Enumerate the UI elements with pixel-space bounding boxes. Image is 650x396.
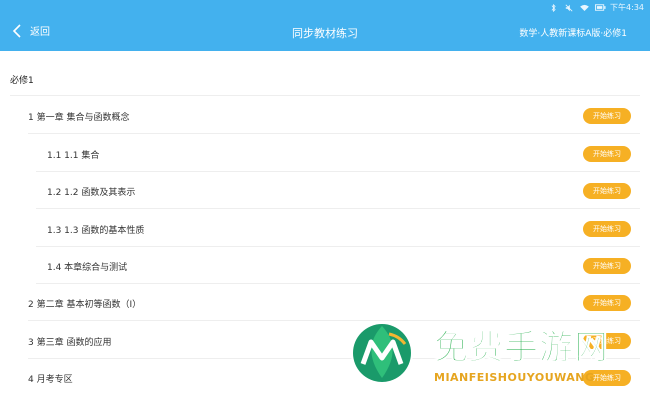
status-time: 下午4:34	[610, 3, 644, 12]
divider	[28, 133, 640, 134]
divider	[10, 95, 640, 96]
list-item-label: 1.1 1.1 集合	[47, 151, 100, 161]
list-item-label: 2 第二章 基本初等函数（I）	[28, 300, 142, 310]
list-item[interactable]: 1.2 1.2 函数及其表示 开始练习	[0, 172, 650, 209]
mute-icon	[565, 4, 574, 12]
subject-selector[interactable]: 数学·人教新课标A版·必修1	[519, 26, 627, 39]
start-practice-button[interactable]: 开始练习	[583, 108, 631, 124]
start-practice-button[interactable]: 开始练习	[583, 146, 631, 162]
wifi-icon	[580, 4, 589, 11]
battery-icon	[595, 4, 606, 11]
list-item-label: 3 第三章 函数的应用	[28, 338, 112, 348]
status-bar: 下午4:34	[550, 2, 644, 13]
section-title: 必修1	[10, 76, 34, 86]
list-item-label: 1.4 本章综合与测试	[47, 263, 128, 273]
start-practice-button[interactable]: 开始练习	[583, 258, 631, 274]
watermark-title: 免费手游网	[434, 328, 609, 369]
list-item[interactable]: 1.3 1.3 函数的基本性质 开始练习	[0, 210, 650, 247]
list-item-label: 4 月考专区	[28, 375, 73, 385]
watermark-logo-icon	[351, 322, 413, 384]
start-practice-button[interactable]: 开始练习	[583, 295, 631, 311]
top-bar: 下午4:34 返回 同步教材练习 数学·人教新课标A版·必修1	[0, 0, 650, 51]
start-practice-button[interactable]: 开始练习	[583, 183, 631, 199]
list-item-label: 1.3 1.3 函数的基本性质	[47, 226, 145, 236]
list-item[interactable]: 1 第一章 集合与函数概念 开始练习	[0, 97, 650, 134]
list-item[interactable]: 1.1 1.1 集合 开始练习	[0, 135, 650, 172]
list-item[interactable]: 2 第二章 基本初等函数（I） 开始练习	[0, 284, 650, 321]
list-item[interactable]: 1.4 本章综合与测试 开始练习	[0, 247, 650, 284]
watermark: 免费手游网 MIANFEISHOUYOUWANG	[349, 320, 639, 388]
list-item-label: 1.2 1.2 函数及其表示	[47, 188, 136, 198]
watermark-domain: MIANFEISHOUYOUWANG	[434, 371, 595, 384]
divider	[36, 208, 640, 209]
list-item-label: 1 第一章 集合与函数概念	[28, 113, 130, 123]
bluetooth-icon	[550, 3, 559, 13]
start-practice-button[interactable]: 开始练习	[583, 221, 631, 237]
